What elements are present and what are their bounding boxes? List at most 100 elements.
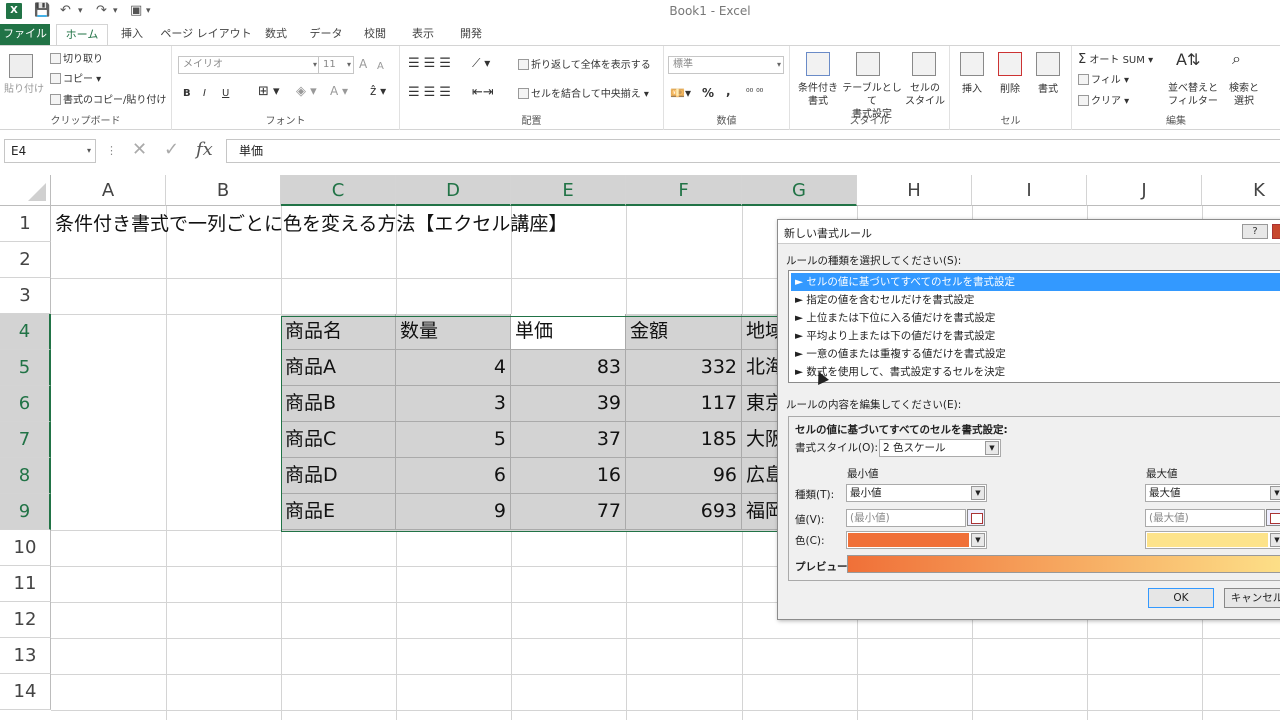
row-header-10[interactable]: 10 — [0, 530, 51, 566]
dialog-title-bar[interactable]: 新しい書式ルール ? ✕ — [778, 220, 1280, 244]
rule-item[interactable]: ► 上位または下位に入る値だけを書式設定 — [791, 309, 1280, 327]
range-picker-icon[interactable] — [1266, 509, 1280, 526]
table-header-cell[interactable]: 数量 — [396, 314, 511, 350]
row-header-8[interactable]: 8 — [0, 458, 51, 494]
table-cell[interactable]: 6 — [396, 458, 511, 494]
rule-item[interactable]: ► 指定の値を含むセルだけを書式設定 — [791, 291, 1280, 309]
comma-button[interactable]: , — [726, 85, 731, 98]
horizontal-align-icons[interactable]: ☰☰☰ — [408, 86, 455, 99]
help-button[interactable]: ? — [1242, 224, 1268, 239]
table-header-cell[interactable]: 商品名 — [281, 314, 396, 350]
grow-font-button[interactable]: A — [359, 58, 367, 71]
max-color-dropdown[interactable]: ▼ — [1145, 531, 1280, 549]
phonetic-icon[interactable]: ẑ ▾ — [370, 85, 386, 98]
name-box[interactable]: E4 ▾ — [4, 139, 96, 163]
table-cell[interactable]: 39 — [511, 386, 626, 422]
table-cell[interactable]: 商品D — [281, 458, 396, 494]
table-cell[interactable]: 83 — [511, 350, 626, 386]
table-cell[interactable]: 117 — [626, 386, 742, 422]
min-value-input[interactable]: (最小値) — [846, 509, 966, 527]
table-cell[interactable]: 332 — [626, 350, 742, 386]
row-header-11[interactable]: 11 — [0, 566, 51, 602]
cut-button[interactable]: 切り取り — [50, 53, 103, 66]
column-header-c[interactable]: C — [281, 175, 396, 206]
table-cell[interactable]: 東京 — [742, 386, 782, 422]
enter-formula-icon[interactable]: ✓ — [164, 139, 179, 160]
font-color-icon[interactable]: A ▾ — [330, 85, 348, 98]
column-header-a[interactable]: A — [51, 175, 166, 206]
close-icon[interactable]: ✕ — [1272, 224, 1280, 239]
cancel-button[interactable]: キャンセル — [1224, 588, 1280, 608]
table-header-cell[interactable]: 地域 — [742, 314, 782, 350]
table-cell[interactable]: 広島 — [742, 458, 782, 494]
column-header-b[interactable]: B — [166, 175, 281, 206]
table-cell[interactable]: 商品C — [281, 422, 396, 458]
table-cell[interactable]: 693 — [626, 494, 742, 530]
row-header-2[interactable]: 2 — [0, 242, 51, 278]
row-header-4[interactable]: 4 — [0, 314, 51, 350]
row-header-5[interactable]: 5 — [0, 350, 51, 386]
format-painter-button[interactable]: 書式のコピー/貼り付け — [50, 94, 166, 107]
insert-function-icon[interactable]: fx — [196, 139, 213, 160]
range-picker-icon[interactable] — [967, 509, 985, 526]
vertical-align-icons[interactable]: ☰☰☰ — [408, 57, 455, 70]
table-cell[interactable]: 16 — [511, 458, 626, 494]
format-style-dropdown[interactable]: 2 色スケール ▼ — [879, 439, 1001, 457]
tab-file[interactable]: ファイル — [0, 24, 50, 45]
table-cell[interactable]: 福岡 — [742, 494, 782, 530]
table-cell[interactable]: 5 — [396, 422, 511, 458]
row-header-3[interactable]: 3 — [0, 278, 51, 314]
column-header-d[interactable]: D — [396, 175, 511, 206]
column-header-i[interactable]: I — [972, 175, 1087, 206]
insert-cells-button[interactable]: 挿入 — [962, 83, 982, 96]
tab-view[interactable]: 表示 — [404, 24, 442, 45]
table-cell[interactable]: 96 — [626, 458, 742, 494]
rule-item[interactable]: ► セルの値に基づいてすべてのセルを書式設定 — [791, 273, 1280, 291]
sheet-title-cell[interactable]: 条件付き書式で一列ごとに色を変える方法【エクセル講座】 — [55, 209, 567, 236]
orientation-icon[interactable]: ⟋ ▾ — [472, 57, 490, 70]
tab-home[interactable]: ホーム — [56, 24, 108, 46]
min-type-dropdown[interactable]: 最小値 ▼ — [846, 484, 987, 502]
border-icon[interactable]: ⊞ ▾ — [258, 85, 280, 98]
formula-input[interactable]: 単価 — [226, 139, 1280, 163]
format-cells-button[interactable]: 書式 — [1038, 83, 1058, 96]
column-header-e[interactable]: E — [511, 175, 626, 206]
row-header-6[interactable]: 6 — [0, 386, 51, 422]
currency-icon[interactable]: 💴▾ — [670, 87, 691, 100]
paste-icon[interactable] — [9, 54, 33, 78]
table-cell[interactable]: 商品A — [281, 350, 396, 386]
rule-item[interactable]: ► 一意の値または重複する値だけを書式設定 — [791, 345, 1280, 363]
merge-center-button[interactable]: セルを結合して中央揃え ▾ — [518, 88, 649, 101]
column-header-g[interactable]: G — [742, 175, 857, 206]
copy-button[interactable]: コピー ▾ — [50, 73, 101, 86]
table-cell[interactable]: 大阪 — [742, 422, 782, 458]
row-header-7[interactable]: 7 — [0, 422, 51, 458]
bold-button[interactable]: B — [183, 87, 191, 100]
font-name-combo[interactable]: メイリオ ▾ — [178, 56, 320, 74]
indent-icons[interactable]: ⇤⇥ — [472, 86, 494, 99]
table-cell[interactable]: 北海道 — [742, 350, 782, 386]
table-cell[interactable]: 3 — [396, 386, 511, 422]
table-cell[interactable]: 37 — [511, 422, 626, 458]
row-header-12[interactable]: 12 — [0, 602, 51, 638]
row-header-9[interactable]: 9 — [0, 494, 51, 530]
table-cell[interactable]: 商品B — [281, 386, 396, 422]
fill-button[interactable]: フィル ▾ — [1078, 74, 1129, 87]
conditional-format-button[interactable]: 条件付き 書式 — [794, 82, 842, 108]
table-cell[interactable]: 商品E — [281, 494, 396, 530]
find-select-button[interactable]: 検索と 選択 — [1224, 82, 1264, 108]
font-size-combo[interactable]: 11 ▾ — [318, 56, 354, 74]
delete-cells-button[interactable]: 削除 — [1000, 83, 1020, 96]
percent-button[interactable]: % — [702, 87, 714, 100]
column-header-h[interactable]: H — [857, 175, 972, 206]
tab-developer[interactable]: 開発 — [452, 24, 490, 45]
paste-button[interactable]: 貼り付け — [4, 83, 44, 96]
select-all-button[interactable] — [0, 175, 51, 206]
tab-insert[interactable]: 挿入 — [112, 24, 152, 45]
cell-styles-button[interactable]: セルの スタイル — [904, 82, 946, 108]
fill-color-icon[interactable]: ◈ ▾ — [296, 85, 317, 98]
decimal-icons[interactable]: ⁰⁰ ⁰⁰ — [746, 87, 763, 100]
max-type-dropdown[interactable]: 最大値 ▼ — [1145, 484, 1280, 502]
tab-page-layout[interactable]: ページ レイアウト — [160, 24, 252, 45]
rule-type-list[interactable]: ► セルの値に基づいてすべてのセルを書式設定 ► 指定の値を含むセルだけを書式設… — [788, 270, 1280, 383]
